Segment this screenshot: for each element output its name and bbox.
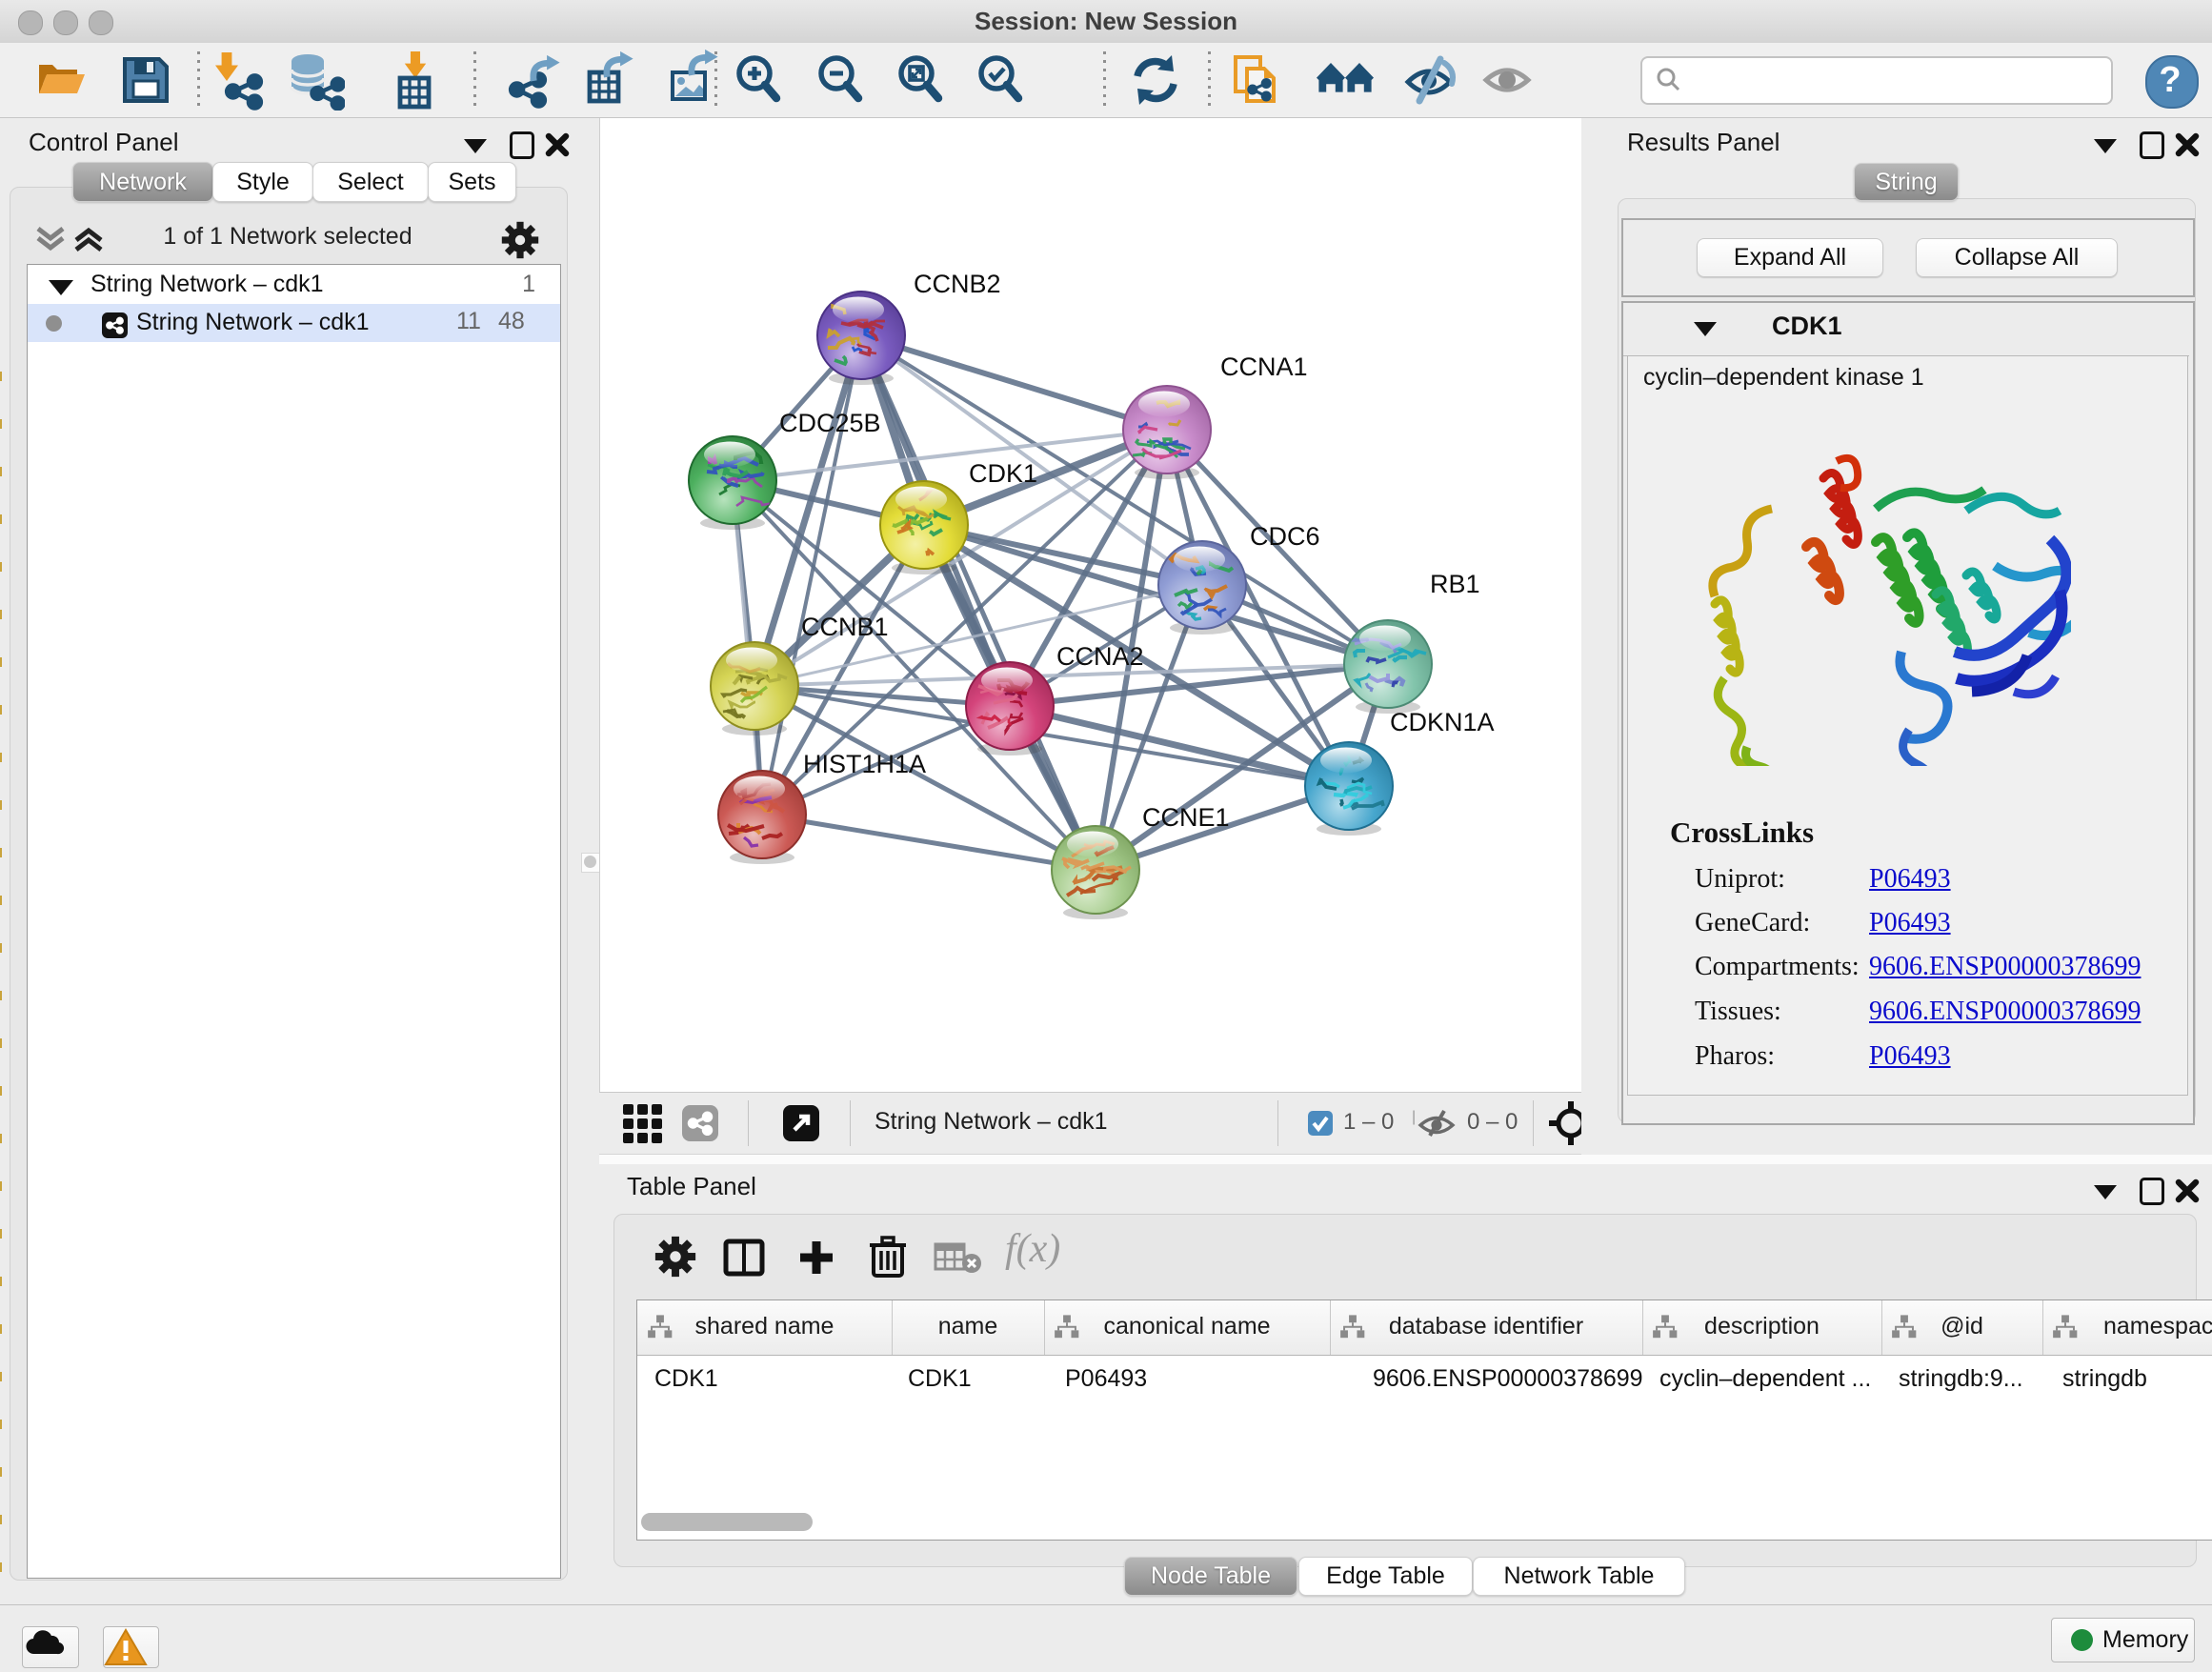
svg-text:CCNB1: CCNB1 — [801, 613, 889, 641]
svg-text:CDK1: CDK1 — [969, 459, 1037, 488]
svg-text:CCNA2: CCNA2 — [1056, 642, 1144, 671]
svg-text:CCNA1: CCNA1 — [1220, 353, 1308, 381]
svg-text:HIST1H1A: HIST1H1A — [803, 750, 926, 778]
svg-text:CDKN1A: CDKN1A — [1390, 708, 1495, 736]
svg-text:CDC25B: CDC25B — [779, 409, 881, 437]
svg-text:CDC6: CDC6 — [1250, 522, 1320, 551]
svg-text:RB1: RB1 — [1430, 570, 1480, 598]
svg-text:CCNB2: CCNB2 — [914, 270, 1001, 298]
svg-text:CCNE1: CCNE1 — [1142, 803, 1230, 832]
